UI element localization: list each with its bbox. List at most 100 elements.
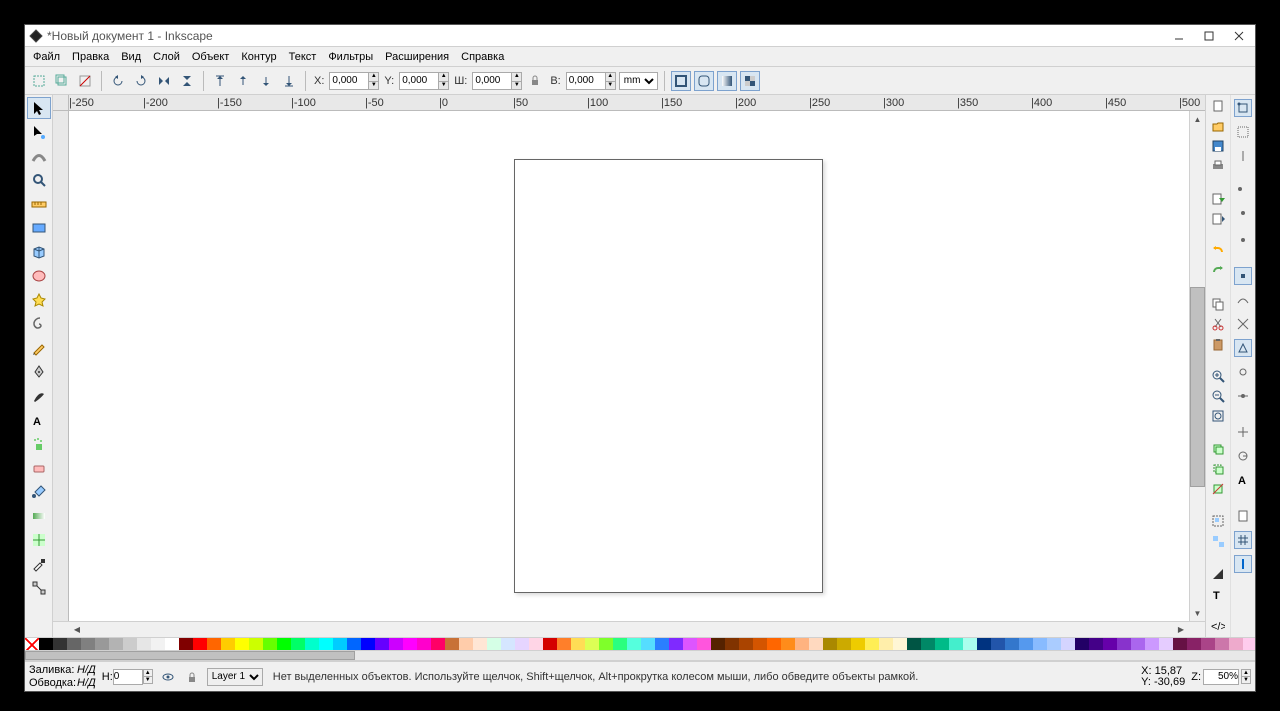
swatch[interactable]: [585, 638, 599, 651]
swatch[interactable]: [389, 638, 403, 651]
print-icon[interactable]: [1209, 159, 1227, 173]
affect-gradient-button[interactable]: [717, 71, 737, 91]
swatch[interactable]: [319, 638, 333, 651]
snap-text-baseline-icon[interactable]: A: [1234, 471, 1252, 489]
stroke-value[interactable]: Н/Д: [77, 677, 96, 689]
gradient-tool[interactable]: [27, 505, 51, 527]
swatch[interactable]: [109, 638, 123, 651]
rotate-ccw-button[interactable]: [108, 71, 128, 91]
flip-v-button[interactable]: [177, 71, 197, 91]
h-spinbox[interactable]: ▲▼: [566, 72, 616, 90]
swatch[interactable]: [501, 638, 515, 651]
swatch[interactable]: [347, 638, 361, 651]
lower-button[interactable]: [256, 71, 276, 91]
swatch[interactable]: [683, 638, 697, 651]
swatch[interactable]: [487, 638, 501, 651]
swatch[interactable]: [599, 638, 613, 651]
swatch[interactable]: [795, 638, 809, 651]
dropper-tool[interactable]: [27, 553, 51, 575]
select-all-button[interactable]: [29, 71, 49, 91]
swatch[interactable]: [907, 638, 921, 651]
text-dialog-icon[interactable]: T: [1209, 587, 1227, 601]
menu-text[interactable]: Текст: [283, 49, 323, 65]
swatch[interactable]: [81, 638, 95, 651]
swatch[interactable]: [137, 638, 151, 651]
close-button[interactable]: [1233, 30, 1245, 42]
selector-tool[interactable]: [27, 97, 51, 119]
rect-tool[interactable]: [27, 217, 51, 239]
swatch[interactable]: [39, 638, 53, 651]
swatch[interactable]: [627, 638, 641, 651]
snap-bbox-edge-mid-icon[interactable]: [1234, 207, 1252, 225]
tweak-tool[interactable]: [27, 145, 51, 167]
redo-icon[interactable]: [1209, 264, 1227, 278]
duplicate-icon[interactable]: [1209, 442, 1227, 456]
horizontal-scrollbar[interactable]: ◀▶: [69, 621, 1189, 637]
snap-bbox-center-icon[interactable]: [1234, 231, 1252, 249]
swatch[interactable]: [1201, 638, 1215, 651]
w-spinbox[interactable]: ▲▼: [472, 72, 522, 90]
swatch[interactable]: [1061, 638, 1075, 651]
swatch[interactable]: [1047, 638, 1061, 651]
snap-smooth-icon[interactable]: [1234, 363, 1252, 381]
rotate-cw-button[interactable]: [131, 71, 151, 91]
unlink-clone-icon[interactable]: [1209, 482, 1227, 496]
menu-object[interactable]: Объект: [186, 49, 235, 65]
menu-file[interactable]: Файл: [27, 49, 66, 65]
swatch[interactable]: [291, 638, 305, 651]
swatch[interactable]: [305, 638, 319, 651]
swatch[interactable]: [949, 638, 963, 651]
swatch[interactable]: [53, 638, 67, 651]
spiral-tool[interactable]: [27, 313, 51, 335]
snap-node-icon[interactable]: [1234, 267, 1252, 285]
vertical-ruler[interactable]: [53, 111, 69, 621]
mesh-tool[interactable]: [27, 529, 51, 551]
zoom-in-icon[interactable]: [1209, 369, 1227, 383]
ungroup-icon[interactable]: [1209, 534, 1227, 548]
swatch[interactable]: [823, 638, 837, 651]
opacity-input[interactable]: [113, 669, 143, 685]
calligraphy-tool[interactable]: [27, 385, 51, 407]
swatch[interactable]: [95, 638, 109, 651]
swatch[interactable]: [1229, 638, 1243, 651]
zoom-fit-icon[interactable]: [1209, 409, 1227, 423]
lock-wh-button[interactable]: [525, 71, 545, 91]
swatch[interactable]: [417, 638, 431, 651]
swatch[interactable]: [1089, 638, 1103, 651]
save-icon[interactable]: [1209, 139, 1227, 153]
swatch[interactable]: [977, 638, 991, 651]
flip-h-button[interactable]: [154, 71, 174, 91]
clone-icon[interactable]: [1209, 462, 1227, 476]
swatch[interactable]: [697, 638, 711, 651]
select-all-layers-button[interactable]: [52, 71, 72, 91]
bucket-tool[interactable]: [27, 481, 51, 503]
affect-pattern-button[interactable]: [740, 71, 760, 91]
layer-lock-icon[interactable]: [183, 668, 201, 686]
deselect-button[interactable]: [75, 71, 95, 91]
snap-bbox-icon[interactable]: [1234, 123, 1252, 141]
swatch[interactable]: [781, 638, 795, 651]
swatch[interactable]: [277, 638, 291, 651]
snap-midpoint-icon[interactable]: [1234, 387, 1252, 405]
swatch[interactable]: [473, 638, 487, 651]
copy-icon[interactable]: [1209, 297, 1227, 311]
ellipse-tool[interactable]: [27, 265, 51, 287]
swatch[interactable]: [263, 638, 277, 651]
swatch[interactable]: [837, 638, 851, 651]
affect-stroke-button[interactable]: [671, 71, 691, 91]
swatch[interactable]: [1005, 638, 1019, 651]
affect-corners-button[interactable]: [694, 71, 714, 91]
swatch[interactable]: [543, 638, 557, 651]
zoom-out-icon[interactable]: [1209, 389, 1227, 403]
swatch[interactable]: [851, 638, 865, 651]
swatch[interactable]: [25, 638, 39, 651]
swatch[interactable]: [1117, 638, 1131, 651]
swatch[interactable]: [921, 638, 935, 651]
undo-icon[interactable]: [1209, 244, 1227, 258]
lower-bottom-button[interactable]: [279, 71, 299, 91]
swatch[interactable]: [249, 638, 263, 651]
swatch[interactable]: [445, 638, 459, 651]
unit-select[interactable]: mm: [619, 72, 658, 90]
snap-bbox-corner-icon[interactable]: [1234, 183, 1252, 201]
snap-edge-icon[interactable]: [1234, 147, 1252, 165]
